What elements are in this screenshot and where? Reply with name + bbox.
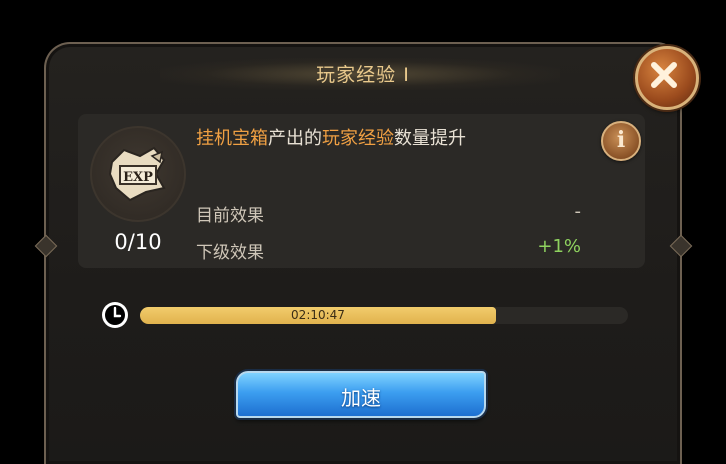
exp-scroll-icon: EXP	[108, 146, 166, 202]
next-effect-value: +1%	[537, 236, 581, 257]
clock-icon	[102, 302, 128, 328]
next-effect-label: 下级效果	[196, 243, 264, 263]
current-effect-value: -	[574, 201, 582, 222]
close-button[interactable]	[635, 46, 699, 110]
current-effect-label: 目前效果	[196, 206, 264, 226]
desc-highlight-target: 玩家经验	[322, 128, 394, 149]
desc-text-2: 数量提升	[394, 128, 466, 149]
exp-avatar: EXP	[90, 126, 186, 222]
desc-highlight-source: 挂机宝箱	[196, 128, 268, 149]
svg-text:EXP: EXP	[123, 170, 153, 185]
timer-text: 02:10:47	[291, 308, 345, 322]
speed-up-button[interactable]: 加速	[236, 371, 486, 418]
effect-description: 挂机宝箱产出的玩家经验数量提升	[196, 124, 466, 150]
speed-up-label: 加速	[341, 386, 381, 410]
info-icon: i	[616, 127, 626, 153]
level-progress: 0/10	[114, 230, 162, 254]
info-button[interactable]: i	[601, 121, 641, 161]
desc-text-1: 产出的	[268, 128, 322, 149]
close-x-icon	[651, 62, 677, 88]
panel-title: 玩家经验 Ⅰ	[316, 64, 410, 86]
